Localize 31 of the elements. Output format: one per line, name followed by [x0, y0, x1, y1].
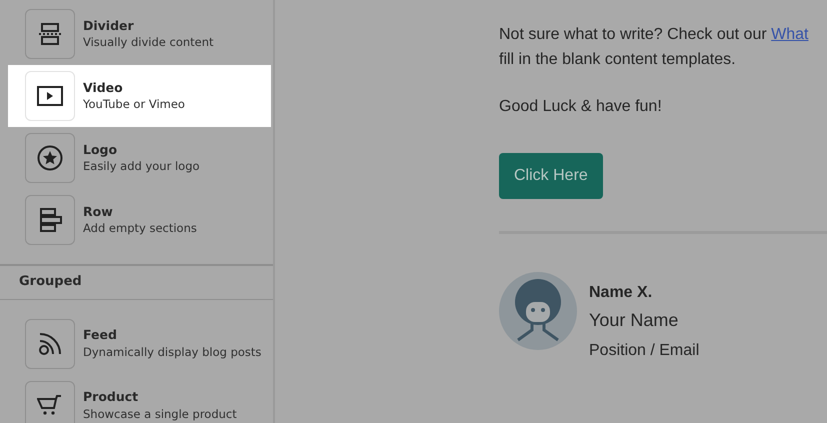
intro-paragraph: Not sure what to write? Check out our What fill in the blank content templates. — [499, 25, 810, 70]
item-description: YouTube or Vimeo — [83, 96, 185, 112]
block-item[interactable]: Divider Visually divide content — [8, 3, 271, 65]
item-description: Visually divide content — [83, 34, 214, 50]
item-description: Add empty sections — [83, 220, 197, 236]
item-description: Dynamically display blog posts — [83, 344, 262, 360]
block-item[interactable]: Product Showcase a single product — [8, 374, 271, 423]
signature-position: Position / Email — [589, 341, 700, 361]
block-item[interactable]: Row Add empty sections — [8, 189, 271, 251]
divider-icon — [38, 22, 62, 46]
feed-icon — [37, 330, 63, 356]
item-title: Feed — [83, 327, 118, 344]
templates-link[interactable]: What — [771, 26, 808, 43]
item-title: Logo — [83, 142, 118, 158]
item-title: Video — [83, 80, 124, 96]
item-title: Row — [83, 204, 114, 220]
section-heading: Grouped — [0, 266, 273, 300]
video-icon — [37, 86, 63, 106]
closing-text: Good Luck & have fun! — [499, 97, 662, 117]
block-item[interactable]: Logo Easily add your logo — [8, 127, 271, 189]
block-item[interactable]: Video YouTube or Vimeo — [8, 65, 271, 127]
item-title: Divider — [83, 18, 135, 34]
avatar-icon — [499, 272, 577, 350]
block-item[interactable]: Feed Dynamically display blog posts — [8, 312, 271, 374]
item-description: Easily add your logo — [83, 158, 200, 174]
item-title: Product — [83, 389, 140, 406]
click-here-button[interactable]: Click Here — [499, 153, 603, 199]
item-description: Showcase a single product — [83, 406, 237, 422]
row-icon — [37, 207, 63, 233]
signature-full-name: Your Name — [589, 309, 680, 332]
signature-name: Name X. — [589, 283, 654, 303]
